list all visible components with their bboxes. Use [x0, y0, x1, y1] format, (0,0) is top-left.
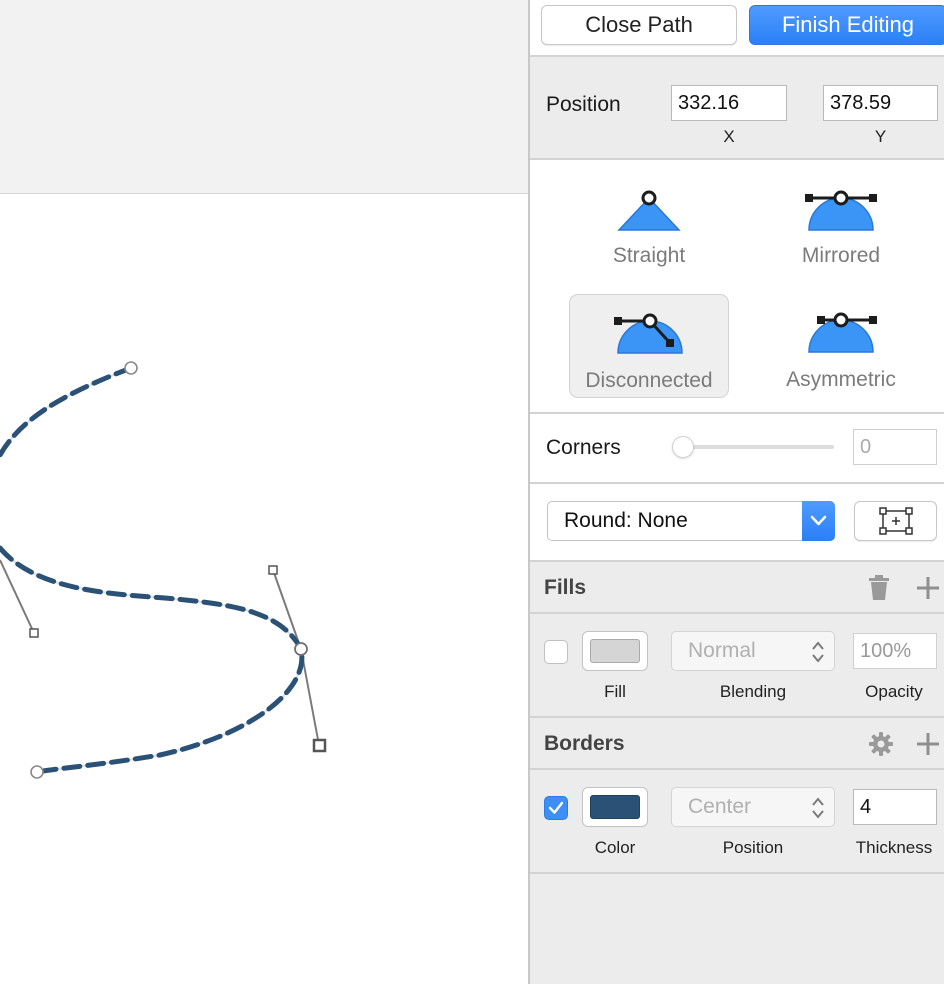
fills-title: Fills — [544, 576, 587, 599]
point-type-label: Asymmetric — [786, 368, 896, 391]
fill-row: Normal 100% Fill Blending Opacity — [530, 614, 944, 718]
gear-icon[interactable] — [868, 731, 894, 757]
position-caption: Position — [722, 838, 784, 857]
mirrored-point-icon — [805, 190, 877, 231]
round-select-value: Round: None — [564, 509, 688, 532]
point-type-label: Disconnected — [585, 369, 713, 392]
point-type-straight[interactable]: Straight — [569, 172, 729, 276]
anchor-point[interactable] — [30, 765, 44, 779]
corners-section: Corners 0 — [530, 414, 944, 484]
control-point-selected[interactable] — [312, 738, 327, 753]
control-point[interactable] — [268, 565, 278, 575]
anchor-point-selected[interactable] — [294, 642, 308, 656]
close-path-button[interactable]: Close Path — [541, 5, 737, 45]
bounding-box-icon — [878, 507, 913, 535]
position-label: Position — [546, 93, 621, 116]
path-stroke[interactable] — [0, 365, 305, 775]
straight-point-icon — [617, 190, 681, 231]
finish-editing-button[interactable]: Finish Editing — [749, 5, 944, 45]
add-fill-icon[interactable] — [915, 575, 941, 601]
y-caption: Y — [874, 127, 887, 146]
border-row: Center 4 Color Position Thickness — [530, 770, 944, 874]
border-position-value: Center — [688, 795, 752, 818]
position-section: Position 332.16 378.59 X Y — [530, 57, 944, 160]
corners-slider-track[interactable] — [673, 445, 834, 449]
vector-path-editor[interactable] — [0, 0, 529, 984]
border-position-select[interactable]: Center — [671, 787, 835, 827]
point-type-mirrored[interactable]: Mirrored — [761, 172, 921, 276]
border-thickness-input[interactable]: 4 — [853, 789, 937, 825]
up-down-arrows-icon — [812, 641, 824, 663]
edit-toolbar: Close Path Finish Editing — [530, 0, 944, 57]
fill-blending-select[interactable]: Normal — [671, 631, 835, 671]
transform-path-button[interactable] — [854, 501, 937, 541]
add-border-icon[interactable] — [915, 731, 941, 757]
point-type-label: Straight — [612, 244, 686, 267]
anchor-point[interactable] — [124, 361, 138, 375]
disconnected-point-icon — [614, 313, 683, 354]
inspector-panel: Close Path Finish Editing Position 332.1… — [530, 0, 944, 984]
round-section: Round: None — [530, 484, 944, 562]
fill-opacity-input[interactable]: 100% — [853, 633, 937, 669]
point-type-disconnected[interactable]: Disconnected — [569, 294, 729, 398]
corners-input[interactable]: 0 — [853, 429, 937, 465]
fill-enabled-checkbox[interactable] — [544, 640, 568, 664]
round-select[interactable]: Round: None — [547, 501, 835, 541]
point-type-asymmetric[interactable]: Asymmetric — [761, 294, 921, 398]
control-point[interactable] — [29, 628, 39, 638]
border-color-swatch — [590, 795, 640, 819]
point-type-label: Mirrored — [801, 244, 881, 267]
border-enabled-checkbox[interactable] — [544, 796, 568, 820]
path-outline — [0, 366, 304, 774]
fill-caption: Fill — [604, 682, 626, 701]
corners-label: Corners — [546, 436, 621, 459]
corners-slider-knob[interactable] — [672, 436, 694, 458]
checkmark-icon — [548, 801, 564, 814]
chevron-down-icon — [810, 515, 827, 526]
position-y-input[interactable]: 378.59 — [823, 85, 938, 121]
color-caption: Color — [594, 838, 636, 857]
opacity-caption: Opacity — [865, 682, 923, 701]
trash-icon[interactable] — [867, 575, 891, 601]
asymmetric-point-icon — [808, 312, 877, 353]
up-down-arrows-icon — [812, 797, 824, 819]
fill-blending-value: Normal — [688, 639, 756, 662]
point-type-section: Straight Mirrored Disconnected Asymmetri… — [530, 160, 944, 414]
canvas-area[interactable] — [0, 0, 529, 984]
round-select-arrow[interactable] — [802, 501, 835, 541]
control-handle-line — [272, 569, 302, 650]
x-caption: X — [723, 127, 735, 146]
position-x-input[interactable]: 332.16 — [671, 85, 787, 121]
fills-header: Fills — [530, 562, 944, 614]
thickness-caption: Thickness — [855, 838, 933, 857]
blending-caption: Blending — [719, 682, 787, 701]
border-color-well[interactable] — [582, 787, 648, 827]
fill-color-swatch — [590, 639, 640, 663]
borders-title: Borders — [544, 732, 625, 755]
borders-header: Borders — [530, 718, 944, 770]
fill-color-well[interactable] — [582, 631, 648, 671]
